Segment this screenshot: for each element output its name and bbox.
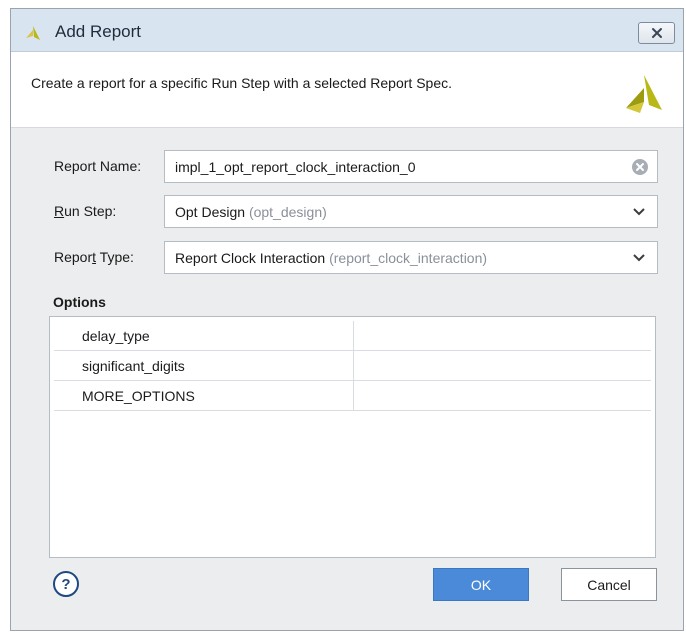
vivado-logo-icon — [626, 75, 662, 113]
report-type-value-main: Report Clock Interaction — [175, 250, 326, 266]
report-type-label: Report Type: — [54, 249, 134, 265]
chevron-down-icon[interactable] — [633, 253, 645, 263]
run-step-label-rest: un Step: — [64, 203, 117, 219]
report-name-label: Report Name: — [54, 158, 142, 174]
run-step-value: Opt Design (opt_design) — [175, 204, 327, 220]
vivado-logo-icon — [26, 26, 40, 40]
clear-icon[interactable] — [631, 158, 649, 176]
run-step-label-mnemonic: R — [54, 203, 65, 219]
report-type-value-secondary: (report_clock_interaction) — [329, 250, 488, 266]
option-value-cell[interactable] — [354, 351, 651, 380]
close-icon — [651, 28, 662, 38]
chevron-down-icon[interactable] — [633, 207, 645, 217]
run-step-label: Run Step: — [54, 203, 116, 219]
cancel-button[interactable]: Cancel — [561, 568, 657, 601]
help-button[interactable]: ? — [53, 571, 79, 597]
header-description: Create a report for a specific Run Step … — [31, 75, 452, 91]
report-type-label-pre: Repor — [54, 249, 93, 265]
options-row-delay-type[interactable]: delay_type — [54, 321, 651, 351]
options-row-significant-digits[interactable]: significant_digits — [54, 351, 651, 381]
report-type-label-rest: Type: — [96, 249, 134, 265]
dialog-header: Create a report for a specific Run Step … — [11, 52, 683, 128]
option-name: MORE_OPTIONS — [54, 381, 354, 410]
window-title: Add Report — [55, 22, 141, 41]
ok-button[interactable]: OK — [433, 568, 529, 601]
report-name-input[interactable]: impl_1_opt_report_clock_interaction_0 — [164, 150, 658, 183]
close-button[interactable] — [638, 22, 675, 44]
run-step-value-main: Opt Design — [175, 204, 246, 220]
option-name: significant_digits — [54, 351, 354, 380]
help-icon: ? — [61, 575, 71, 593]
report-type-select[interactable]: Report Clock Interaction (report_clock_i… — [164, 241, 658, 274]
option-value-cell[interactable] — [354, 381, 651, 410]
option-name: delay_type — [54, 321, 354, 350]
run-step-value-secondary: (opt_design) — [248, 204, 327, 220]
options-row-more-options[interactable]: MORE_OPTIONS — [54, 381, 651, 411]
title-bar: Add Report — [11, 9, 683, 52]
run-step-select[interactable]: Opt Design (opt_design) — [164, 195, 658, 228]
options-section-title: Options — [53, 294, 106, 310]
options-table: delay_type significant_digits MORE_OPTIO… — [49, 316, 656, 558]
option-value-cell[interactable] — [354, 321, 651, 350]
add-report-dialog: Add Report Create a report for a specifi… — [10, 8, 684, 631]
report-type-value: Report Clock Interaction (report_clock_i… — [175, 250, 487, 266]
report-name-value: impl_1_opt_report_clock_interaction_0 — [175, 159, 416, 175]
